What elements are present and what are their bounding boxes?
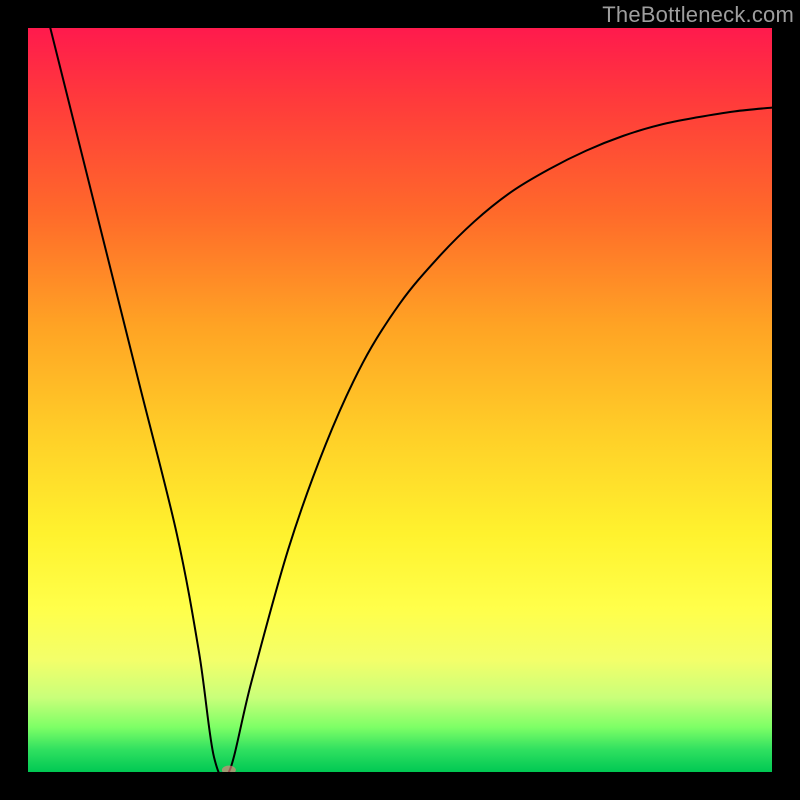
minimum-marker <box>222 766 236 773</box>
chart-frame: TheBottleneck.com <box>0 0 800 800</box>
plot-area <box>28 28 772 772</box>
bottleneck-curve <box>50 28 772 772</box>
watermark-label: TheBottleneck.com <box>602 2 794 28</box>
curve-svg <box>28 28 772 772</box>
